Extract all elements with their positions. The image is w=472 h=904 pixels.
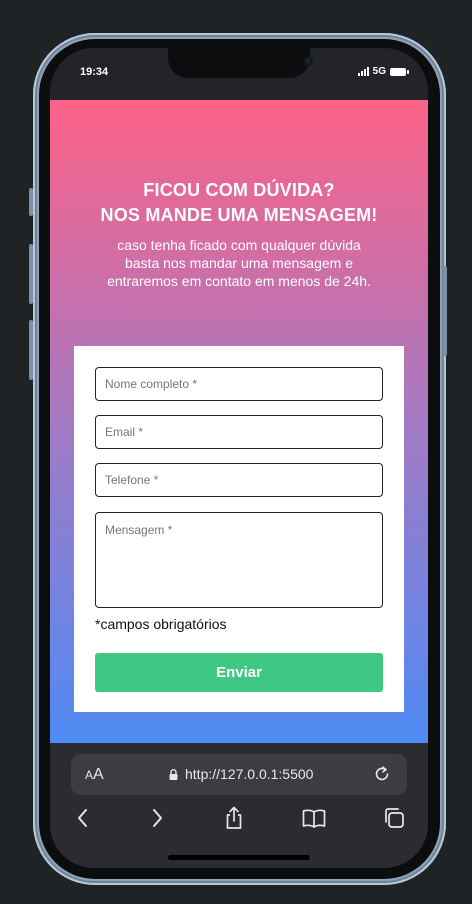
url-text: http://127.0.0.1:5500	[185, 766, 314, 782]
status-bar: 19:34 5G	[50, 48, 428, 100]
title-line-2: NOS MANDE UMA MENSAGEM!	[100, 205, 378, 225]
subtitle-line-1: caso tenha ficado com qualquer dúvida	[117, 237, 361, 253]
tabs-icon[interactable]	[381, 805, 407, 831]
text-size-large: A	[93, 766, 104, 783]
page-subtitle: caso tenha ficado com qualquer dúvida ba…	[90, 236, 388, 290]
reload-icon[interactable]	[373, 765, 391, 783]
subtitle-line-3: entraremos em contato em menos de 24h.	[107, 273, 371, 289]
required-fields-note: *campos obrigatórios	[95, 616, 227, 632]
lock-icon	[169, 769, 178, 780]
network-type: 5G	[372, 66, 386, 77]
name-input[interactable]	[95, 367, 383, 401]
message-textarea[interactable]	[95, 512, 383, 608]
text-size-small: A	[85, 768, 94, 782]
power-button	[443, 266, 447, 356]
bookmarks-icon[interactable]	[301, 805, 327, 831]
browser-toolbar: AA http://127.0.0.1:5500	[50, 743, 428, 868]
share-icon[interactable]	[221, 805, 247, 831]
back-icon[interactable]	[70, 805, 96, 831]
signal-icon	[357, 67, 369, 76]
forward-icon[interactable]	[144, 805, 170, 831]
contact-form: *campos obrigatórios Enviar	[74, 346, 404, 712]
text-size-button[interactable]: AA	[85, 766, 104, 784]
address-bar[interactable]: AA http://127.0.0.1:5500	[71, 754, 407, 795]
email-input[interactable]	[95, 415, 383, 449]
subtitle-line-2: basta nos mandar uma mensagem e	[124, 255, 353, 271]
battery-icon	[390, 67, 409, 76]
volume-down-button	[29, 320, 33, 380]
page-title: FICOU COM DÚVIDA? NOS MANDE UMA MENSAGEM…	[50, 178, 428, 228]
web-content: FICOU COM DÚVIDA? NOS MANDE UMA MENSAGEM…	[50, 100, 428, 743]
volume-up-button	[29, 244, 33, 304]
mute-switch	[29, 188, 33, 216]
title-line-1: FICOU COM DÚVIDA?	[143, 180, 335, 200]
phone-input[interactable]	[95, 463, 383, 497]
camera-icon	[303, 56, 313, 66]
home-indicator[interactable]	[168, 855, 310, 860]
submit-button[interactable]: Enviar	[95, 653, 383, 692]
phone-screen: 19:34 5G FICOU COM DÚVIDA? NOS MANDE UMA…	[50, 48, 428, 868]
browser-nav	[50, 805, 428, 835]
status-indicators: 5G	[357, 66, 409, 77]
notch	[168, 48, 313, 78]
status-time: 19:34	[80, 66, 109, 78]
